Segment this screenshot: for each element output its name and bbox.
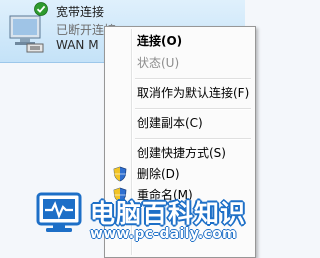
monitor-logo-icon (36, 192, 82, 234)
menu-item-label: 创建快捷方式(S) (137, 146, 226, 160)
watermark-url: www.pc-daily.com (90, 226, 237, 242)
watermark: 电脑百科知识 www.pc-daily.com (0, 188, 245, 247)
menu-item-label: 删除(D) (137, 167, 180, 181)
menu-item-label: 状态(U) (137, 56, 180, 70)
menu-separator (135, 138, 251, 140)
shield-icon (113, 166, 127, 182)
menu-item-label: 连接(O) (137, 34, 183, 48)
connected-check-icon (34, 2, 48, 16)
menu-item-label: 取消作为默认连接(F) (137, 86, 250, 100)
menu-item-connect[interactable]: 连接(O) (107, 30, 253, 52)
menu-item-create-copy[interactable]: 创建副本(C) (107, 112, 253, 134)
menu-item-delete[interactable]: 删除(D) (107, 163, 253, 185)
connection-device: WAN M (56, 38, 99, 52)
ethernet-cable-icon (26, 42, 46, 54)
menu-item-create-shortcut[interactable]: 创建快捷方式(S) (107, 142, 253, 164)
menu-separator (135, 78, 251, 80)
menu-item-cancel-default[interactable]: 取消作为默认连接(F) (107, 82, 253, 104)
menu-separator (135, 108, 251, 110)
menu-item-label: 创建副本(C) (137, 116, 203, 130)
watermark-title: 电脑百科知识 (90, 199, 247, 228)
connection-title: 宽带连接 (56, 5, 105, 19)
menu-item-status[interactable]: 状态(U) (107, 52, 253, 74)
